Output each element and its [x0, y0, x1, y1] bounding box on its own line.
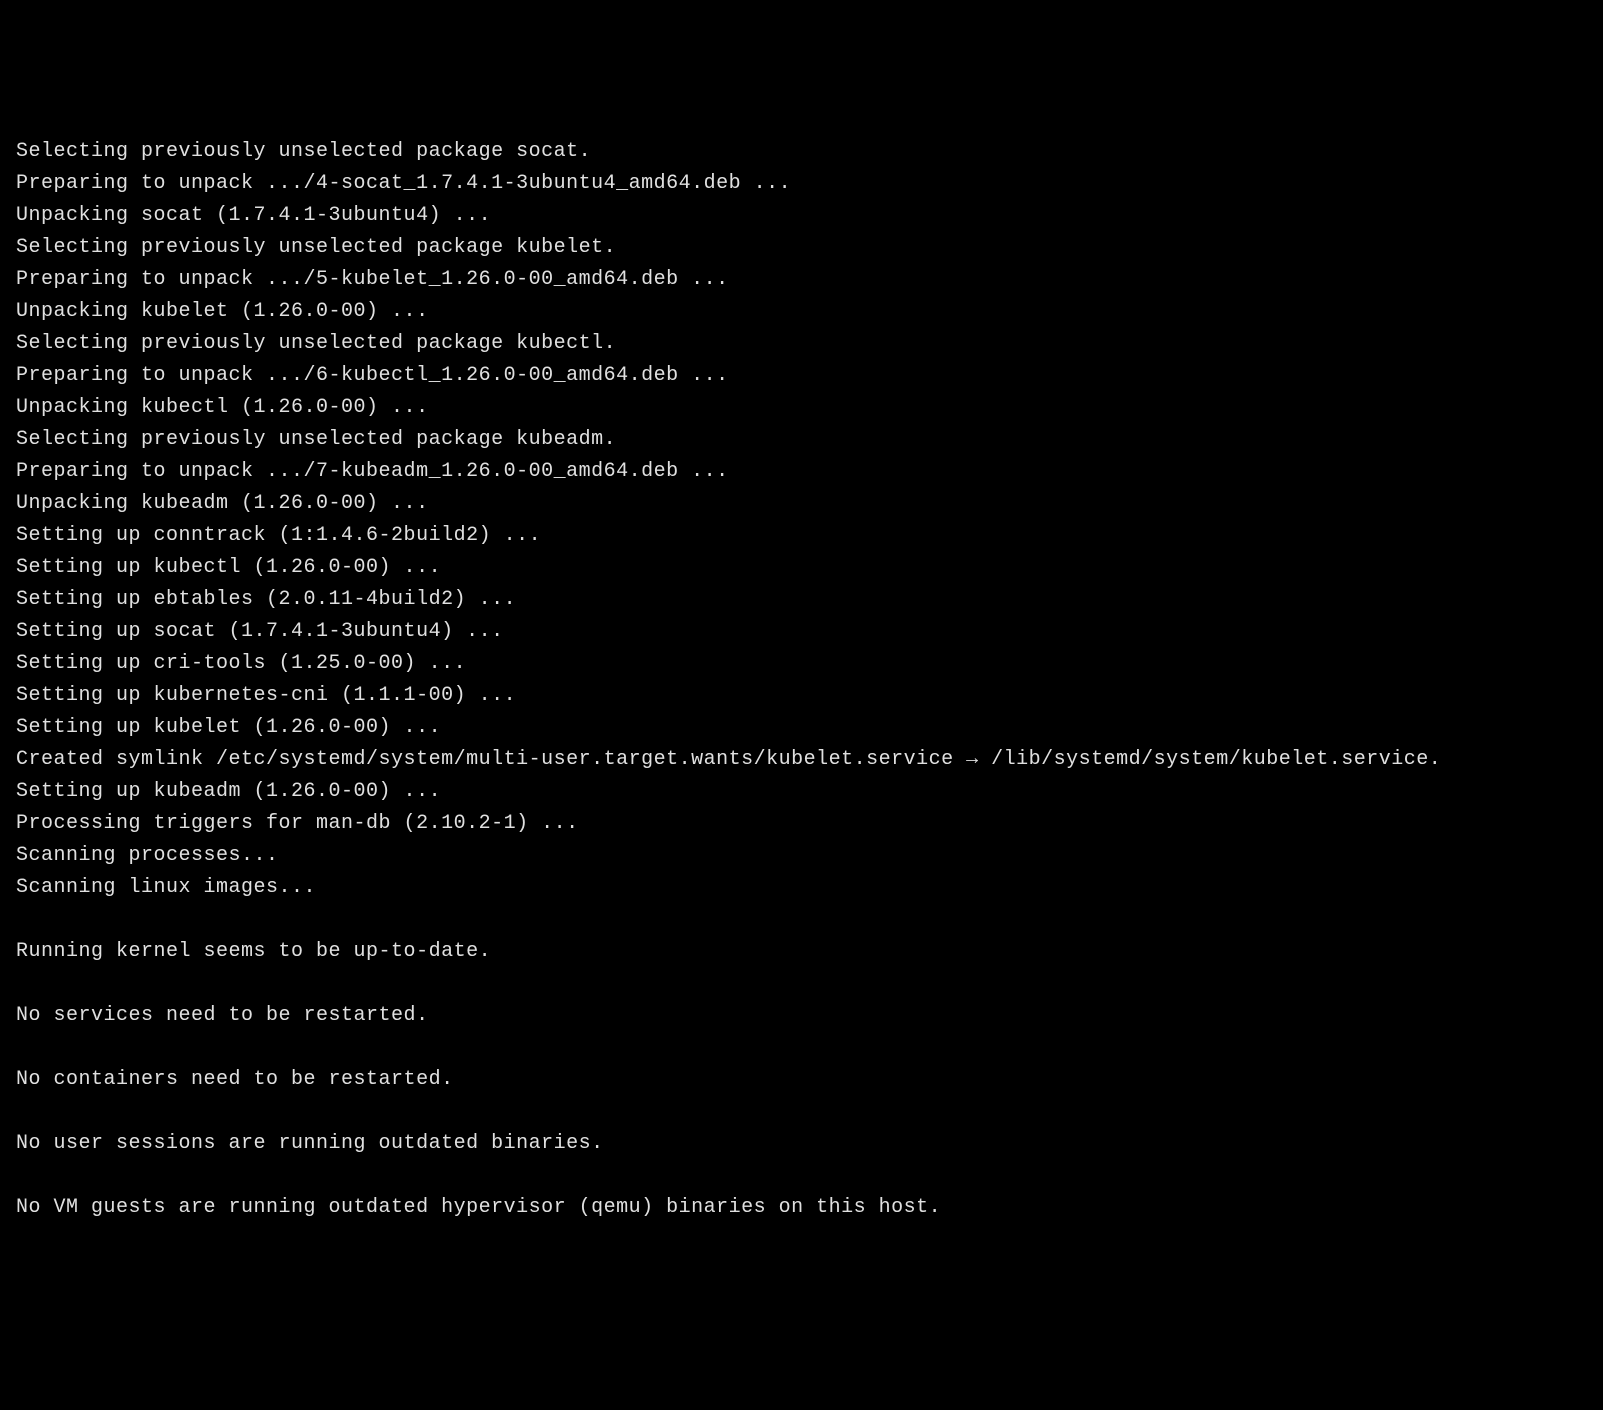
terminal-line: Selecting previously unselected package … — [16, 424, 1587, 456]
terminal-line: Setting up kubernetes-cni (1.1.1-00) ... — [16, 680, 1587, 712]
terminal-line: Setting up ebtables (2.0.11-4build2) ... — [16, 584, 1587, 616]
terminal-line: Preparing to unpack .../7-kubeadm_1.26.0… — [16, 456, 1587, 488]
terminal-line — [16, 904, 1587, 936]
terminal-line: No services need to be restarted. — [16, 1000, 1587, 1032]
terminal-line: Setting up conntrack (1:1.4.6-2build2) .… — [16, 520, 1587, 552]
terminal-line: No VM guests are running outdated hyperv… — [16, 1192, 1587, 1224]
terminal-line: Unpacking kubelet (1.26.0-00) ... — [16, 296, 1587, 328]
terminal-line: Preparing to unpack .../5-kubelet_1.26.0… — [16, 264, 1587, 296]
terminal-line: Created symlink /etc/systemd/system/mult… — [16, 744, 1587, 776]
terminal-line: Setting up kubectl (1.26.0-00) ... — [16, 552, 1587, 584]
terminal-line — [16, 1032, 1587, 1064]
terminal-line: Setting up kubelet (1.26.0-00) ... — [16, 712, 1587, 744]
terminal-line: Setting up kubeadm (1.26.0-00) ... — [16, 776, 1587, 808]
terminal-line: No user sessions are running outdated bi… — [16, 1128, 1587, 1160]
terminal-line: No containers need to be restarted. — [16, 1064, 1587, 1096]
terminal-line: Processing triggers for man-db (2.10.2-1… — [16, 808, 1587, 840]
terminal-output[interactable]: Selecting previously unselected package … — [16, 136, 1587, 1224]
terminal-line — [16, 1160, 1587, 1192]
terminal-line: Scanning processes... — [16, 840, 1587, 872]
terminal-line: Running kernel seems to be up-to-date. — [16, 936, 1587, 968]
terminal-line — [16, 1096, 1587, 1128]
terminal-line: Unpacking socat (1.7.4.1-3ubuntu4) ... — [16, 200, 1587, 232]
terminal-line: Unpacking kubectl (1.26.0-00) ... — [16, 392, 1587, 424]
terminal-line: Setting up socat (1.7.4.1-3ubuntu4) ... — [16, 616, 1587, 648]
terminal-line: Unpacking kubeadm (1.26.0-00) ... — [16, 488, 1587, 520]
terminal-line: Setting up cri-tools (1.25.0-00) ... — [16, 648, 1587, 680]
terminal-line: Preparing to unpack .../4-socat_1.7.4.1-… — [16, 168, 1587, 200]
terminal-line: Preparing to unpack .../6-kubectl_1.26.0… — [16, 360, 1587, 392]
terminal-line: Selecting previously unselected package … — [16, 136, 1587, 168]
terminal-line — [16, 968, 1587, 1000]
terminal-line: Scanning linux images... — [16, 872, 1587, 904]
terminal-line: Selecting previously unselected package … — [16, 232, 1587, 264]
terminal-line: Selecting previously unselected package … — [16, 328, 1587, 360]
